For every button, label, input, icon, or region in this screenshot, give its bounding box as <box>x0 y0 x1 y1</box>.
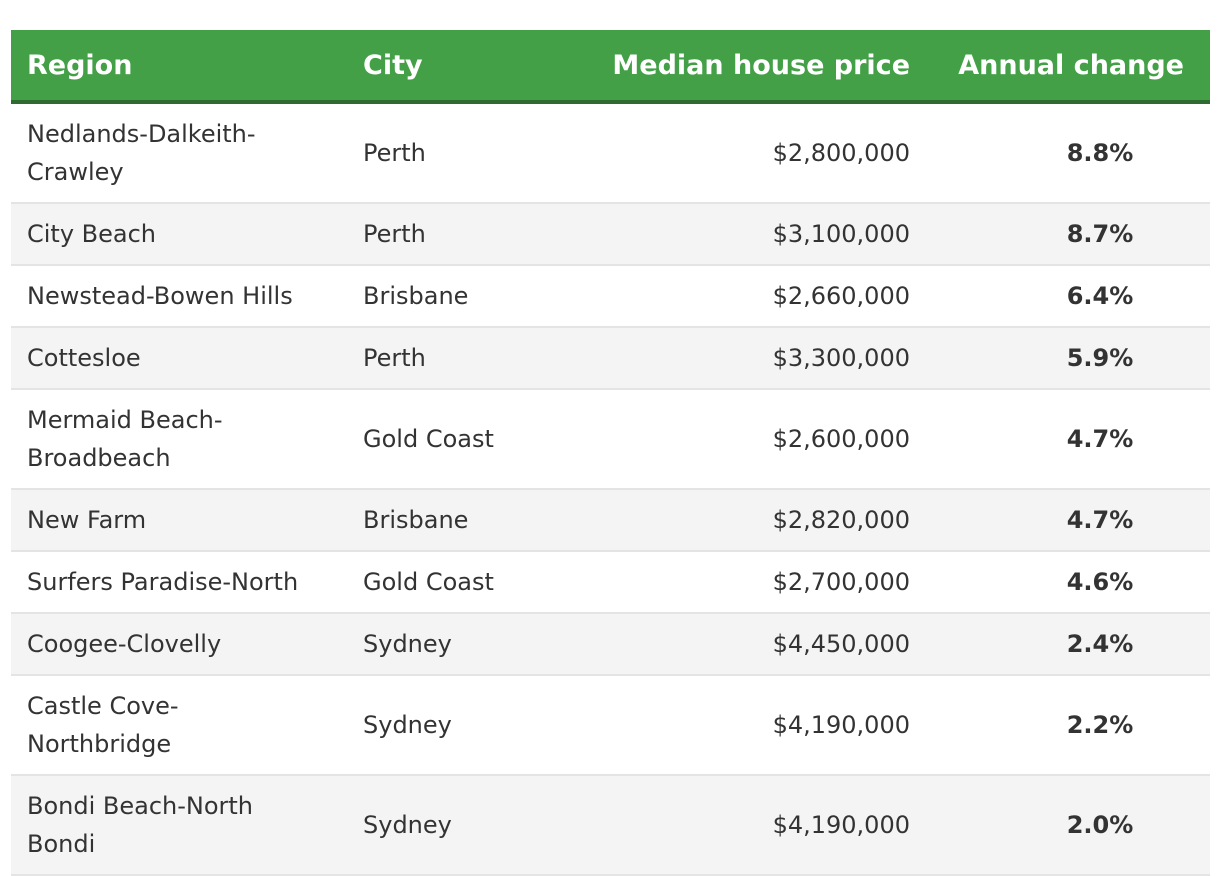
region-cell: Surfers Paradise-North <box>11 551 347 614</box>
city-cell: Sydney <box>347 775 587 876</box>
table-row: Mermaid Beach-Broadbeach Gold Coast $2,6… <box>11 389 1210 490</box>
region-cell: Newstead-Bowen Hills <box>11 265 347 328</box>
region-cell: Cottesloe <box>11 327 347 390</box>
price-cell: $4,190,000 <box>587 775 926 876</box>
city-cell: Sydney <box>347 675 587 776</box>
price-cell: $2,700,000 <box>587 551 926 614</box>
change-cell: 8.8% <box>926 102 1210 204</box>
region-cell: Bondi Beach-North Bondi <box>11 775 347 876</box>
change-cell: 4.6% <box>926 551 1210 614</box>
region-cell: Castle Cove-Northbridge <box>11 675 347 776</box>
table-row: Nedlands-Dalkeith-Crawley Perth $2,800,0… <box>11 102 1210 204</box>
region-cell: Nedlands-Dalkeith-Crawley <box>11 102 347 204</box>
change-cell: 6.4% <box>926 265 1210 328</box>
table-row: Newstead-Bowen Hills Brisbane $2,660,000… <box>11 265 1210 328</box>
change-cell: 4.7% <box>926 389 1210 490</box>
region-text: Mermaid Beach-Broadbeach <box>27 406 223 472</box>
region-text: Bondi Beach-North Bondi <box>27 792 254 858</box>
house-price-table: Region City Median house price Annual ch… <box>11 30 1210 876</box>
house-price-table-container: Region City Median house price Annual ch… <box>11 30 1210 876</box>
region-text: Nedlands-Dalkeith-Crawley <box>27 120 256 186</box>
change-cell: 2.2% <box>926 675 1210 776</box>
region-text: Castle Cove-Northbridge <box>27 692 179 758</box>
price-cell: $3,300,000 <box>587 327 926 390</box>
price-cell: $4,190,000 <box>587 675 926 776</box>
city-cell: Sydney <box>347 613 587 676</box>
header-annual-change[interactable]: Annual change <box>926 30 1210 104</box>
header-median-house-price[interactable]: Median house price <box>587 30 926 104</box>
table-row: Coogee-Clovelly Sydney $4,450,000 2.4% <box>11 613 1210 676</box>
city-cell: Brisbane <box>347 265 587 328</box>
region-cell: New Farm <box>11 489 347 552</box>
change-cell: 8.7% <box>926 203 1210 266</box>
city-cell: Brisbane <box>347 489 587 552</box>
table-row: New Farm Brisbane $2,820,000 4.7% <box>11 489 1210 552</box>
header-region[interactable]: Region <box>11 30 347 104</box>
table-row: Bondi Beach-North Bondi Sydney $4,190,00… <box>11 775 1210 876</box>
region-cell: City Beach <box>11 203 347 266</box>
price-cell: $2,800,000 <box>587 102 926 204</box>
city-cell: Perth <box>347 203 587 266</box>
header-city[interactable]: City <box>347 30 587 104</box>
table-row: Surfers Paradise-North Gold Coast $2,700… <box>11 551 1210 614</box>
price-cell: $4,450,000 <box>587 613 926 676</box>
change-cell: 2.4% <box>926 613 1210 676</box>
price-cell: $2,660,000 <box>587 265 926 328</box>
city-cell: Gold Coast <box>347 389 587 490</box>
table-row: Cottesloe Perth $3,300,000 5.9% <box>11 327 1210 390</box>
city-cell: Perth <box>347 327 587 390</box>
city-cell: Gold Coast <box>347 551 587 614</box>
city-cell: Perth <box>347 102 587 204</box>
region-cell: Mermaid Beach-Broadbeach <box>11 389 347 490</box>
table-row: Castle Cove-Northbridge Sydney $4,190,00… <box>11 675 1210 776</box>
table-body: Nedlands-Dalkeith-Crawley Perth $2,800,0… <box>11 102 1210 876</box>
table-row: City Beach Perth $3,100,000 8.7% <box>11 203 1210 266</box>
change-cell: 2.0% <box>926 775 1210 876</box>
header-row: Region City Median house price Annual ch… <box>11 30 1210 104</box>
region-cell: Coogee-Clovelly <box>11 613 347 676</box>
change-cell: 4.7% <box>926 489 1210 552</box>
change-cell: 5.9% <box>926 327 1210 390</box>
price-cell: $2,820,000 <box>587 489 926 552</box>
price-cell: $3,100,000 <box>587 203 926 266</box>
table-header: Region City Median house price Annual ch… <box>11 30 1210 104</box>
price-cell: $2,600,000 <box>587 389 926 490</box>
